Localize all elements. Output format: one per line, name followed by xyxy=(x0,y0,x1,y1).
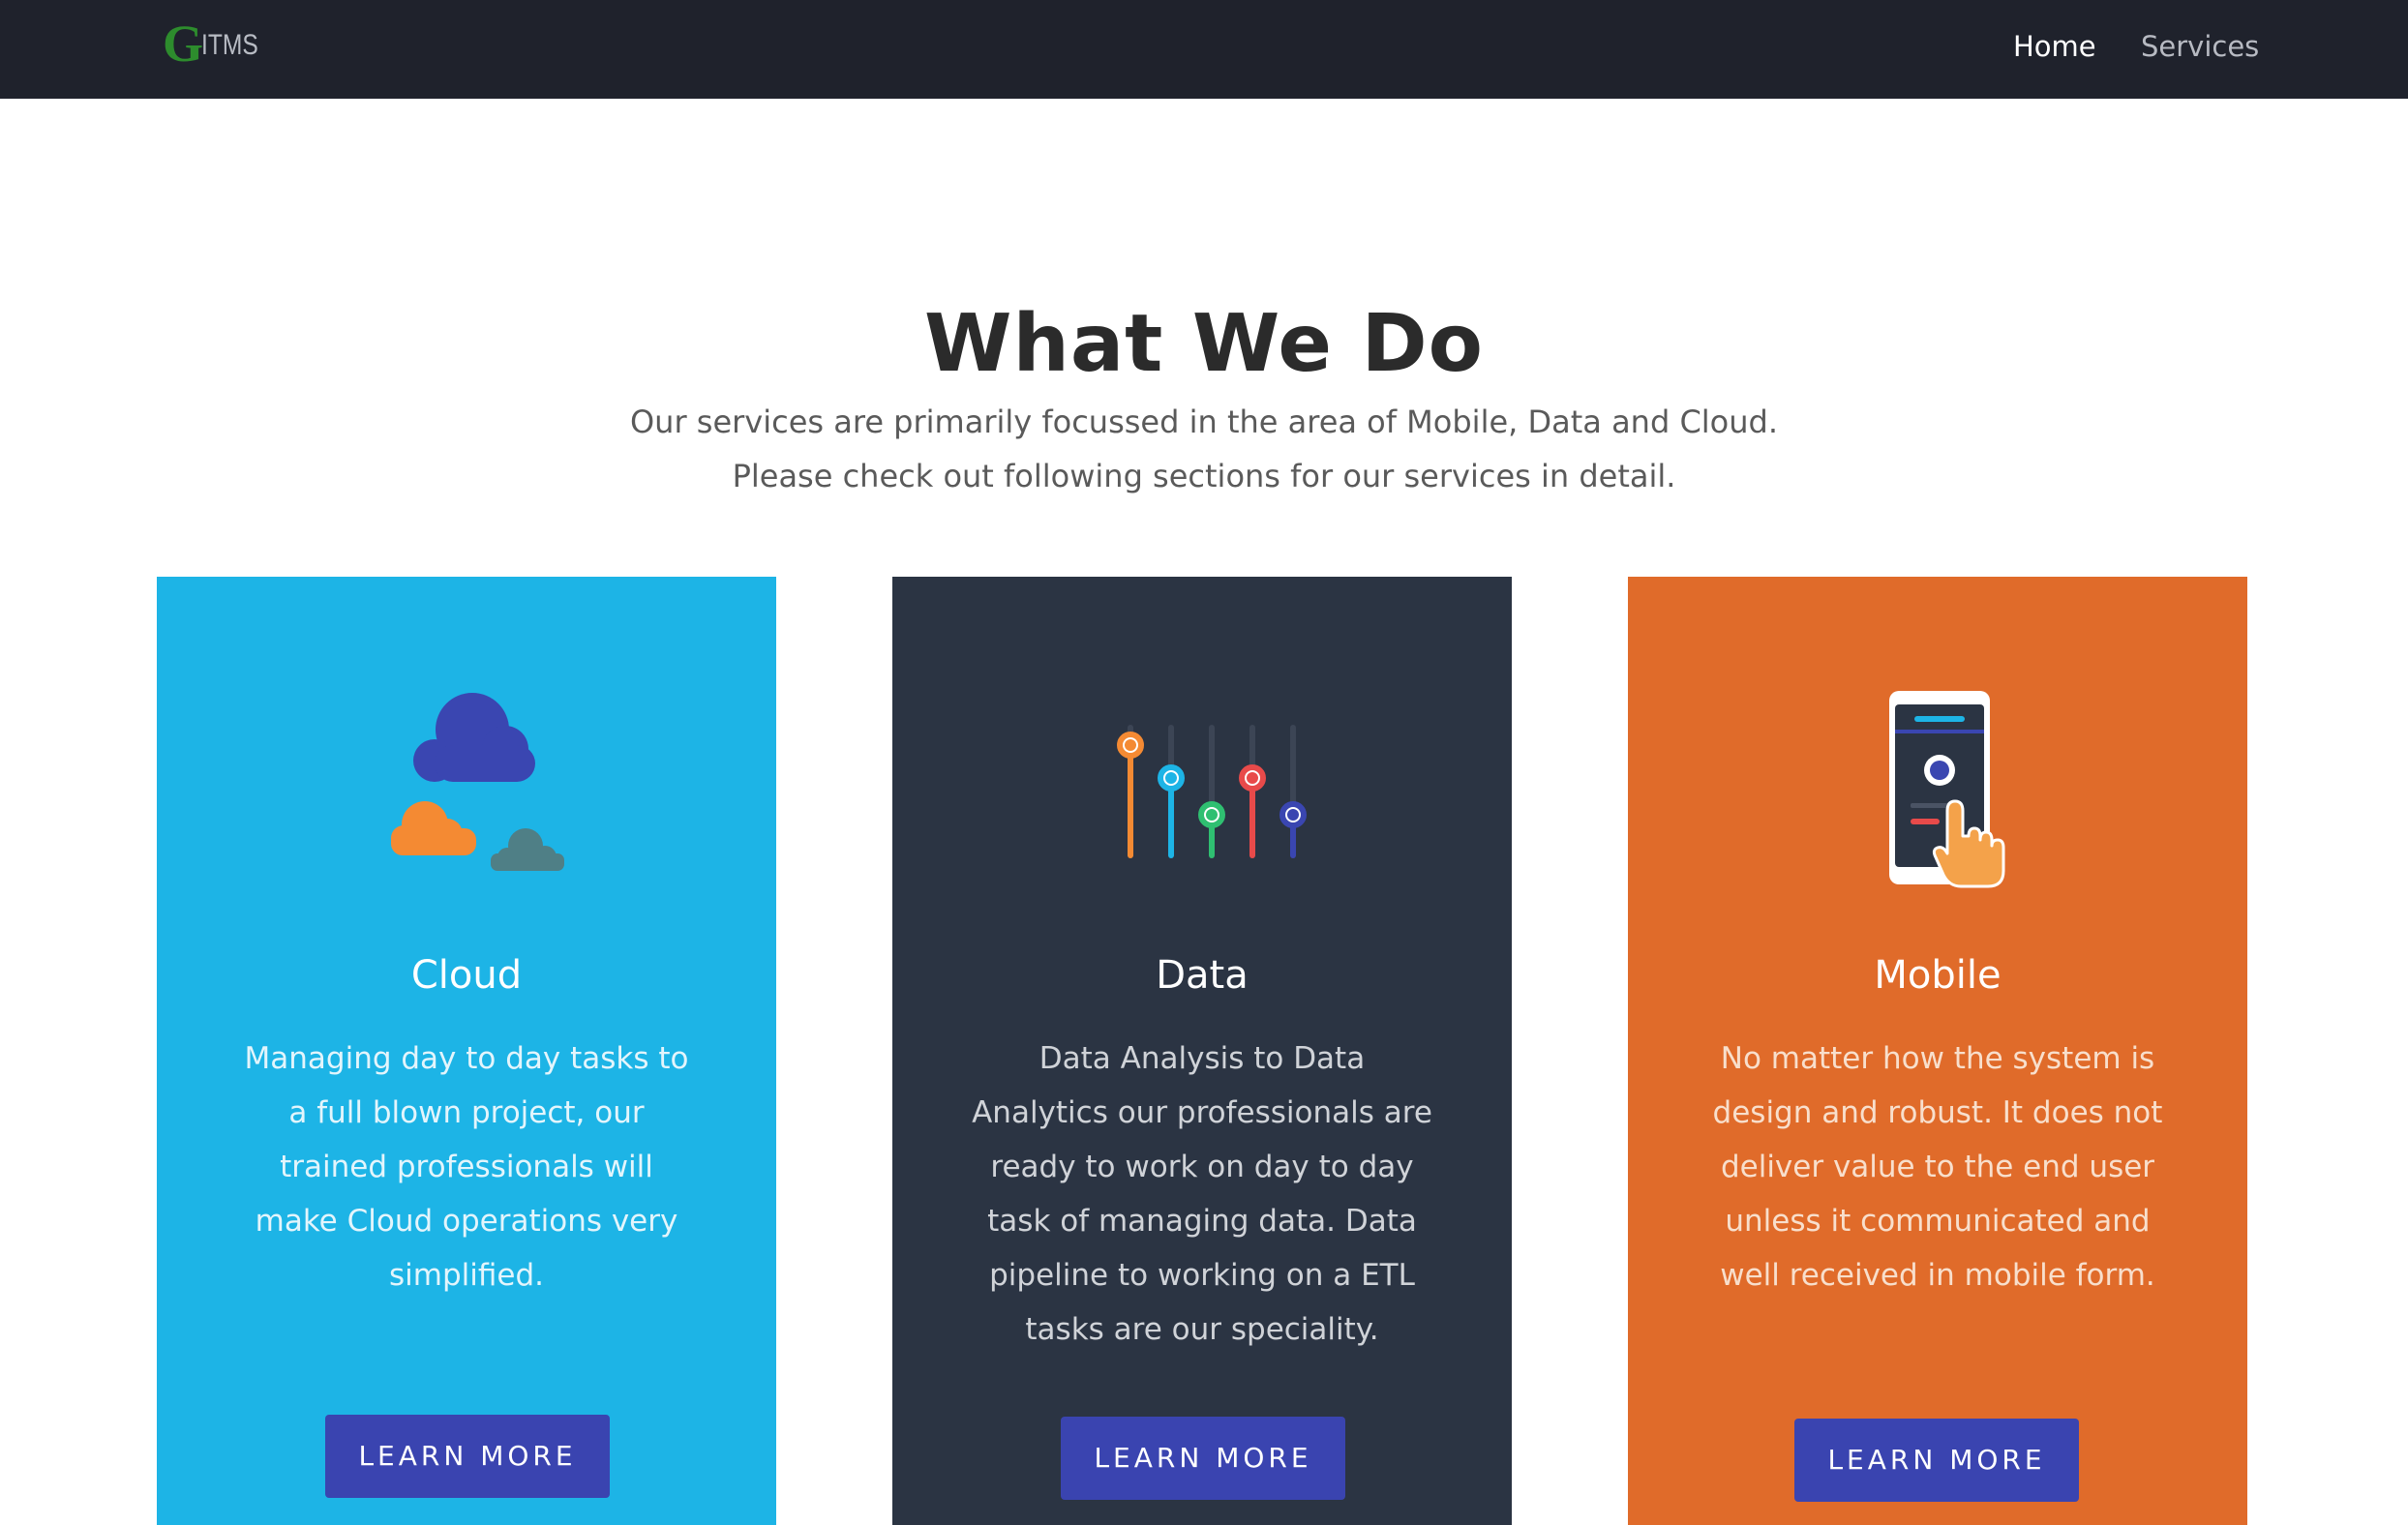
section-title: What We Do xyxy=(924,297,1484,390)
learn-more-button-mobile[interactable]: LEARN MORE xyxy=(1794,1419,2079,1502)
learn-more-button-cloud[interactable]: LEARN MORE xyxy=(325,1415,610,1498)
nav-link-home[interactable]: Home xyxy=(2013,27,2096,66)
logo-g-letter: G xyxy=(163,15,203,73)
card-title: Data xyxy=(1156,953,1249,998)
card-description: No matter how the system is design and r… xyxy=(1712,1041,2163,1293)
service-card-cloud: Cloud Managing day to day tasks to a ful… xyxy=(157,577,776,1525)
logo-text: ITMS xyxy=(201,29,258,61)
card-title: Cloud xyxy=(410,953,523,998)
mobile-tap-icon xyxy=(1628,683,2247,896)
service-card-mobile: Mobile No matter how the system is desig… xyxy=(1628,577,2247,1525)
service-card-data: Data Data Analysis to Data Analytics our… xyxy=(892,577,1512,1525)
section-subtitle: Our services are primarily focussed in t… xyxy=(629,404,1779,494)
nav-link-services[interactable]: Services xyxy=(2141,27,2259,66)
learn-more-button-data[interactable]: LEARN MORE xyxy=(1061,1417,1345,1500)
brand-logo[interactable]: G ITMS xyxy=(163,15,271,73)
card-description: Data Analysis to Data Analytics our prof… xyxy=(972,1041,1432,1347)
card-description: Managing day to day tasks to a full blow… xyxy=(244,1041,689,1293)
clouds-icon xyxy=(157,683,776,896)
top-navbar: G ITMS Home Services xyxy=(0,0,2408,99)
card-title: Mobile xyxy=(1874,953,2002,998)
equalizer-sliders-icon xyxy=(892,683,1512,896)
